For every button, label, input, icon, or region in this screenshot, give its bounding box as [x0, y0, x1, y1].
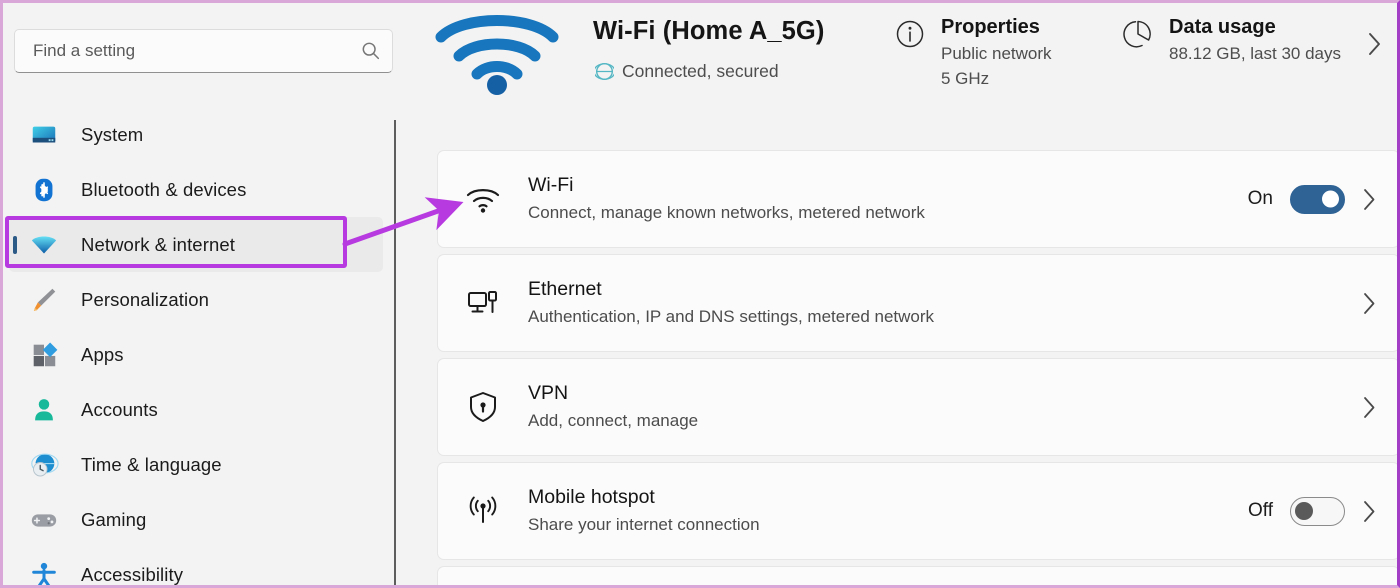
sidebar-item-accounts[interactable]: Accounts [9, 382, 383, 437]
person-icon [35, 398, 53, 420]
setting-row-partial[interactable] [437, 566, 1397, 585]
wifi-toggle[interactable] [1290, 184, 1345, 214]
setting-row-wifi[interactable]: Wi-Fi Connect, manage known networks, me… [437, 150, 1397, 248]
sidebar-item-label: Accounts [81, 398, 158, 420]
setting-row-text: Ethernet Authentication, IP and DNS sett… [528, 276, 1362, 330]
ethernet-icon [468, 291, 497, 313]
sidebar-item-label: Bluetooth & devices [81, 178, 247, 200]
sidebar-item-time-language[interactable]: Time & language [9, 437, 383, 492]
setting-row-mobile-hotspot[interactable]: Mobile hotspot Share your internet conne… [437, 462, 1397, 560]
shield-lock-icon [470, 392, 496, 422]
sidebar-item-personalization[interactable]: Personalization [9, 272, 383, 327]
sidebar-item-system[interactable]: System [9, 107, 383, 162]
setting-subtitle: Add, connect, manage [528, 411, 699, 430]
monitor-icon [32, 126, 56, 142]
wifi-icon [31, 235, 57, 253]
properties-network-type: Public network [941, 44, 1052, 63]
network-header: Wi-Fi (Home A_5G) Connected, secured Pro… [405, 3, 1397, 121]
settings-window: System Bluetooth & devices [0, 0, 1400, 588]
setting-row-text: Mobile hotspot Share your internet conne… [528, 484, 1248, 538]
sidebar-item-network-internet[interactable]: Network & internet [9, 217, 383, 272]
sidebar-nav: System Bluetooth & devices Network & int… [3, 107, 395, 585]
pie-chart-icon [1123, 20, 1151, 48]
setting-row-controls: On [1247, 184, 1377, 214]
setting-row-controls [1362, 395, 1377, 420]
wifi-signal-icon [435, 15, 559, 95]
chevron-right-icon[interactable] [1362, 187, 1377, 212]
search-box-container [14, 29, 393, 73]
connection-status: Connected, secured [595, 61, 779, 82]
search-input[interactable] [33, 41, 360, 61]
toggle-knob [1295, 502, 1313, 520]
setting-subtitle: Share your internet connection [528, 515, 760, 534]
properties-block[interactable]: Properties Public network 5 GHz [895, 13, 1052, 91]
chevron-right-icon[interactable] [1367, 31, 1383, 57]
setting-row-ethernet[interactable]: Ethernet Authentication, IP and DNS sett… [437, 254, 1397, 352]
sidebar-scrollbar[interactable] [394, 120, 396, 585]
data-usage-title: Data usage [1169, 16, 1276, 38]
sidebar-item-label: Time & language [81, 453, 222, 475]
chevron-right-icon[interactable] [1362, 291, 1377, 316]
sidebar-item-label: Gaming [81, 508, 147, 530]
setting-row-vpn[interactable]: VPN Add, connect, manage [437, 358, 1397, 456]
chevron-right-icon[interactable] [1362, 499, 1377, 524]
page-title: Wi-Fi (Home A_5G) [593, 17, 825, 45]
info-icon [896, 20, 924, 48]
sidebar-item-gaming[interactable]: Gaming [9, 492, 383, 547]
sidebar-item-label: Personalization [81, 288, 209, 310]
sidebar-item-accessibility[interactable]: Accessibility [9, 547, 383, 585]
setting-title: Ethernet [528, 278, 602, 300]
sidebar-item-label: System [81, 123, 144, 145]
toggle-knob [1322, 190, 1339, 208]
hotspot-toggle[interactable] [1290, 496, 1345, 526]
setting-title: VPN [528, 382, 569, 404]
sidebar-item-apps[interactable]: Apps [9, 327, 383, 382]
sidebar-item-label: Apps [81, 343, 124, 365]
wifi-toggle-label: On [1247, 188, 1273, 209]
setting-row-text: VPN Add, connect, manage [528, 380, 1362, 434]
wifi-icon [466, 189, 500, 213]
sidebar-item-label: Accessibility [81, 563, 184, 585]
accessibility-icon [32, 562, 56, 585]
search-box[interactable] [14, 29, 393, 73]
data-usage-block[interactable]: Data usage 88.12 GB, last 30 days [1123, 13, 1341, 66]
sidebar-item-label: Network & internet [81, 233, 235, 255]
sidebar: System Bluetooth & devices [3, 3, 396, 585]
hotspot-toggle-label: Off [1248, 500, 1273, 521]
setting-subtitle: Connect, manage known networks, metered … [528, 203, 925, 222]
apps-icon [33, 342, 58, 366]
paintbrush-icon [33, 288, 56, 311]
setting-row-controls: Off [1248, 496, 1377, 526]
setting-title: Mobile hotspot [528, 486, 655, 508]
globe-icon [595, 62, 614, 81]
sidebar-item-bluetooth-devices[interactable]: Bluetooth & devices [9, 162, 383, 217]
properties-title: Properties [941, 16, 1040, 38]
hotspot-icon [469, 496, 497, 523]
properties-band: 5 GHz [941, 69, 990, 88]
settings-list: Wi-Fi Connect, manage known networks, me… [437, 150, 1397, 585]
setting-subtitle: Authentication, IP and DNS settings, met… [528, 307, 935, 326]
search-icon[interactable] [360, 40, 382, 62]
bluetooth-icon [35, 178, 53, 201]
connection-status-text: Connected, secured [622, 61, 779, 81]
setting-row-text: Wi-Fi Connect, manage known networks, me… [528, 172, 1248, 226]
data-usage-amount: 88.12 GB, last 30 days [1169, 44, 1341, 63]
chevron-right-icon[interactable] [1362, 395, 1377, 420]
globe-clock-icon [31, 453, 59, 476]
gamepad-icon [31, 513, 57, 527]
setting-title: Wi-Fi [528, 174, 574, 196]
setting-row-controls [1362, 291, 1377, 316]
